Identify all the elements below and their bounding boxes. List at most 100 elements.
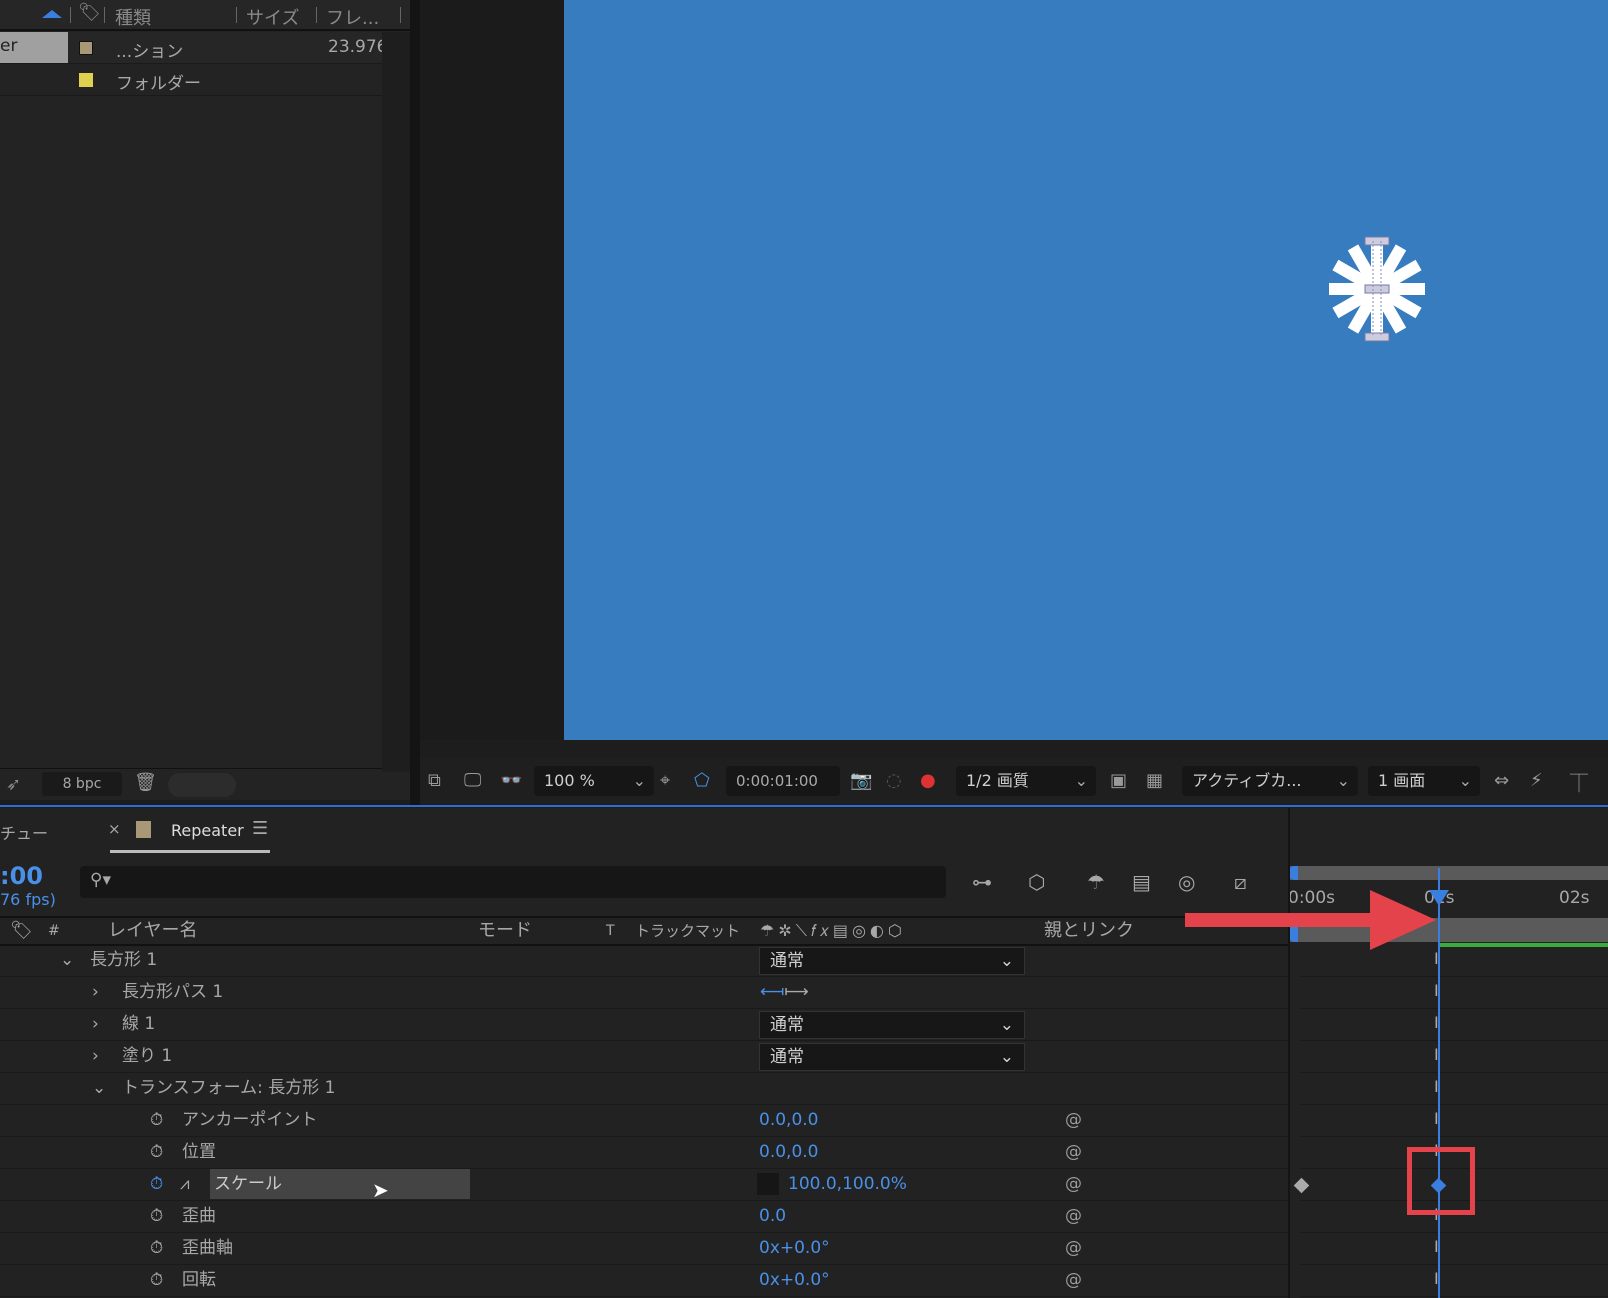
fill-row[interactable]: › 塗り 1 通常 ⌄ <box>0 1041 1288 1073</box>
blend-mode-dropdown[interactable]: 通常 ⌄ <box>759 1011 1025 1039</box>
skew-axis-row[interactable]: ⏱ 歪曲軸 0x+0.0° @ <box>0 1233 1288 1265</box>
interpret-footage-icon[interactable]: ➶ <box>6 774 21 795</box>
track-row[interactable]: I <box>1300 1009 1608 1041</box>
transform-row[interactable]: ⌄ トランスフォーム: 長方形 1 <box>0 1073 1288 1105</box>
property-value[interactable]: 0x+0.0° <box>759 1265 830 1296</box>
region-of-interest-icon[interactable]: ⬠ <box>694 770 710 791</box>
label-swatch[interactable] <box>79 73 93 87</box>
project-item-folder[interactable]: フォルダー <box>0 64 382 96</box>
mask-visibility-icon[interactable]: 👓 <box>500 770 522 791</box>
path-direction-buttons[interactable]: ⟻⟼ <box>760 977 809 1008</box>
blend-mode-dropdown[interactable]: 通常 ⌄ <box>759 1043 1025 1071</box>
fast-draft-icon[interactable]: ⚡ <box>1530 770 1543 791</box>
pick-whip-icon[interactable]: @ <box>1065 1233 1082 1264</box>
label-tag-icon[interactable]: 🏷 <box>78 2 101 23</box>
stopwatch-icon[interactable]: ⏱ <box>150 1137 163 1168</box>
project-item-composition[interactable]: er ...ション 23.976 <box>0 32 382 64</box>
skew-row[interactable]: ⏱ 歪曲 0.0 @ <box>0 1201 1288 1233</box>
shy-layers-icon[interactable]: ☂ <box>1087 870 1105 894</box>
twirl-closed-icon[interactable]: › <box>92 977 99 1008</box>
current-time[interactable]: :00 <box>0 862 43 890</box>
column-parent-link[interactable]: 親とリンク <box>1044 918 1134 944</box>
property-value[interactable]: 0.0,0.0 <box>759 1137 818 1168</box>
track-row[interactable]: I <box>1300 1105 1608 1137</box>
column-layer-name[interactable]: レイヤー名 <box>108 918 197 944</box>
row-label-selected[interactable]: スケール <box>210 1169 470 1199</box>
scale-row[interactable]: ⏱ ⩘ スケール ➤ 100.0,100.0% @ <box>0 1169 1288 1202</box>
property-value[interactable]: 0.0 <box>759 1201 786 1232</box>
camera-dropdown[interactable]: アクティブカ... ⌄ <box>1182 766 1358 796</box>
sort-ascending-icon[interactable] <box>42 10 62 18</box>
composition-mini-flowchart-icon[interactable]: ⊶ <box>972 870 992 894</box>
label-swatch[interactable] <box>79 41 93 55</box>
pick-whip-icon[interactable]: @ <box>1065 1169 1082 1200</box>
column-size[interactable]: サイズ <box>246 4 299 30</box>
pick-whip-icon[interactable]: @ <box>1065 1105 1082 1136</box>
rectangle-path-row[interactable]: › 長方形パス 1 ⟻⟼ <box>0 977 1288 1009</box>
track-row[interactable]: I <box>1300 977 1608 1009</box>
reset-exposure-icon[interactable]: ⇔ <box>1494 770 1509 791</box>
constrain-proportions-toggle[interactable] <box>757 1173 779 1195</box>
track-row[interactable]: I <box>1300 1073 1608 1105</box>
property-value[interactable]: 100.0,100.0% <box>788 1169 907 1200</box>
column-frame[interactable]: フレ... <box>326 4 379 30</box>
stopwatch-icon[interactable]: ⏱ <box>150 1265 163 1296</box>
column-number[interactable]: # <box>48 918 60 944</box>
stopwatch-icon[interactable]: ⏱ <box>150 1201 163 1232</box>
snapshot-camera-icon[interactable]: 📷 <box>850 770 872 791</box>
timecode-display[interactable]: 0:00:01:00 <box>726 766 840 796</box>
monitor-icon[interactable]: 🖵 <box>464 770 481 791</box>
layer-search-input[interactable]: ⚲▾ <box>80 866 946 898</box>
panel-divider[interactable] <box>410 0 420 805</box>
resolution-dropdown[interactable]: 1/2 画質 ⌄ <box>956 766 1096 796</box>
zoom-dropdown[interactable]: 100 % ⌄ <box>534 766 654 796</box>
project-scrollbar[interactable] <box>382 32 410 772</box>
column-type[interactable]: 種類 <box>115 4 151 30</box>
composition-canvas[interactable] <box>564 0 1608 740</box>
stopwatch-icon[interactable]: ⏱ <box>150 1233 163 1264</box>
twirl-closed-icon[interactable]: › <box>92 1009 99 1040</box>
track-row[interactable]: I <box>1300 1265 1608 1297</box>
graph-icon[interactable]: ⩘ <box>180 1169 190 1200</box>
transparency-grid-icon[interactable]: ▦ <box>1146 770 1163 791</box>
property-value[interactable]: 0x+0.0° <box>759 1233 830 1264</box>
color-channels-icon[interactable]: ● <box>920 770 936 791</box>
frame-blending-icon[interactable]: ▤ <box>1132 870 1151 894</box>
track-row[interactable]: I <box>1300 1233 1608 1265</box>
shape-group-row[interactable]: ⌄ 長方形 1 通常 ⌄ <box>0 945 1288 977</box>
fast-previews-icon[interactable]: ▣ <box>1110 770 1127 791</box>
time-navigator[interactable] <box>1288 866 1608 880</box>
anchor-point-row[interactable]: ⏱ アンカーポイント 0.0,0.0 @ <box>0 1105 1288 1137</box>
tab-menu-icon[interactable]: ☰ <box>252 818 268 839</box>
flowchart-icon[interactable]: ⏉ <box>1570 770 1588 796</box>
stopwatch-icon[interactable]: ⏱ <box>150 1105 163 1136</box>
repeater-star-shape[interactable] <box>1327 234 1427 344</box>
tab-previous[interactable]: チュー <box>0 820 48 844</box>
tab-close-button[interactable]: × <box>108 820 121 838</box>
rotation-row[interactable]: ⏱ 回転 0x+0.0° @ <box>0 1265 1288 1297</box>
bpc-button[interactable]: 8 bpc <box>42 772 122 796</box>
views-dropdown[interactable]: 1 画面 ⌄ <box>1368 766 1480 796</box>
column-mode[interactable]: モード <box>478 918 532 944</box>
trash-icon[interactable]: 🗑 <box>134 772 157 793</box>
column-t[interactable]: T <box>606 918 615 944</box>
pick-whip-icon[interactable]: @ <box>1065 1137 1082 1168</box>
position-row[interactable]: ⏱ 位置 0.0,0.0 @ <box>0 1137 1288 1169</box>
property-value[interactable]: 0.0,0.0 <box>759 1105 818 1136</box>
blend-mode-dropdown[interactable]: 通常 ⌄ <box>759 947 1025 975</box>
pick-whip-icon[interactable]: @ <box>1065 1265 1082 1296</box>
stopwatch-active-icon[interactable]: ⏱ <box>150 1169 163 1200</box>
switches-icons[interactable]: ☂✲⟍𝑓𝑥▤◎◐⬡ <box>760 918 906 944</box>
track-row[interactable]: I <box>1300 1041 1608 1073</box>
twirl-open-icon[interactable]: ⌄ <box>60 945 74 976</box>
stroke-row[interactable]: › 線 1 通常 ⌄ <box>0 1009 1288 1041</box>
label-tag-icon[interactable]: 🏷 <box>10 918 33 944</box>
twirl-open-icon[interactable]: ⌄ <box>92 1073 106 1104</box>
pick-whip-icon[interactable]: @ <box>1065 1201 1082 1232</box>
show-snapshot-icon[interactable]: ◌ <box>886 770 902 791</box>
column-track-matte[interactable]: トラックマット <box>635 918 740 944</box>
always-preview-icon[interactable]: ⧉ <box>428 770 441 791</box>
tab-repeater[interactable]: Repeater <box>171 821 244 840</box>
thumbnail-slider[interactable] <box>168 773 236 797</box>
draft-3d-icon[interactable]: ⬡ <box>1028 870 1045 894</box>
